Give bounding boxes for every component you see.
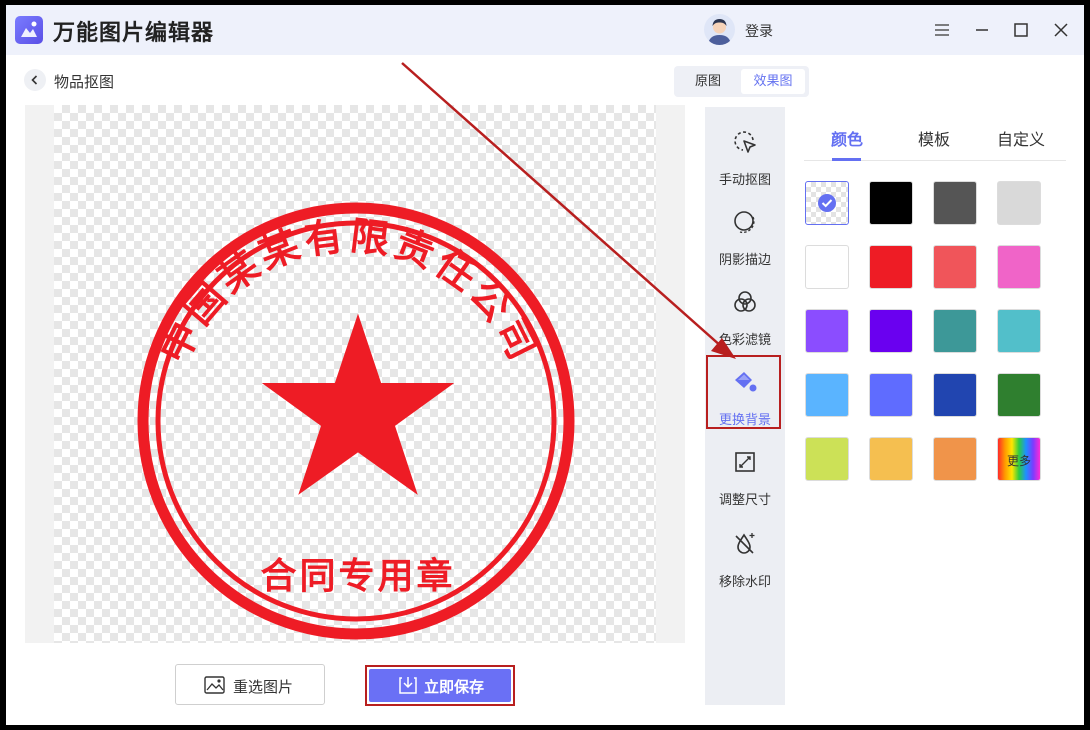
tool-shadow-outline[interactable]: 阴影描边: [705, 197, 785, 269]
color-swatch[interactable]: [869, 245, 913, 289]
back-button[interactable]: [24, 69, 46, 91]
tool-label: 移除水印: [718, 575, 771, 590]
app-title: 万能图片编辑器: [53, 21, 215, 46]
color-swatch[interactable]: [805, 245, 849, 289]
app-logo-icon: [15, 16, 43, 44]
tab-custom[interactable]: 自定义: [997, 126, 1045, 150]
color-swatch[interactable]: [933, 245, 977, 289]
minimize-icon[interactable]: [971, 19, 993, 41]
color-swatch[interactable]: [933, 437, 977, 481]
page-title: 物品抠图: [54, 73, 115, 91]
more-colors-label: 更多: [1006, 454, 1031, 468]
color-swatch[interactable]: [869, 373, 913, 417]
stamp-star-icon: [261, 313, 455, 495]
tab-color[interactable]: 颜色: [831, 126, 863, 150]
menu-icon[interactable]: [931, 19, 953, 41]
tab-template[interactable]: 模板: [918, 126, 950, 150]
color-swatch[interactable]: [997, 373, 1041, 417]
tool-label: 阴影描边: [718, 253, 771, 268]
chevron-left-icon: [31, 75, 38, 85]
color-swatch[interactable]: [933, 309, 977, 353]
user-avatar-icon[interactable]: [704, 14, 735, 45]
stamp-image: 中国某某有限责任公司 合同专用章: [137, 202, 575, 640]
close-icon[interactable]: [1050, 19, 1072, 41]
maximize-icon[interactable]: [1010, 19, 1032, 41]
color-swatch[interactable]: [933, 373, 977, 417]
color-swatch[interactable]: [805, 437, 849, 481]
download-icon: [399, 677, 417, 694]
change-background-highlight: [706, 355, 781, 429]
login-link[interactable]: 登录: [745, 21, 773, 41]
color-swatch[interactable]: [869, 309, 913, 353]
stamp-bottom-text: 合同专用章: [260, 555, 455, 597]
image-icon: [204, 676, 225, 694]
active-tab-indicator: [832, 158, 861, 161]
tool-remove-watermark[interactable]: 移除水印: [705, 519, 785, 591]
tool-resize[interactable]: 调整尺寸: [705, 437, 785, 509]
color-swatch[interactable]: [869, 181, 913, 225]
color-swatch[interactable]: [933, 181, 977, 225]
color-swatch[interactable]: [997, 181, 1041, 225]
more-colors-swatch[interactable]: 更多: [997, 437, 1041, 481]
tool-label: 色彩滤镜: [718, 333, 771, 348]
tool-color-filter[interactable]: 色彩滤镜: [705, 277, 785, 349]
tool-label: 手动抠图: [718, 173, 771, 188]
color-swatch[interactable]: [805, 373, 849, 417]
color-swatch[interactable]: [997, 309, 1041, 353]
tab-original[interactable]: 原图: [678, 69, 738, 94]
remove-watermark-icon: [735, 533, 755, 554]
save-highlight-frame: 立即保存: [365, 665, 515, 706]
color-filter-icon: [734, 291, 756, 312]
save-button[interactable]: 立即保存: [369, 669, 511, 702]
app-window: 万能图片编辑器 登录 物品抠图 原图 效果图 中国某某有限责任公司 合同专用章 …: [6, 5, 1084, 725]
reselect-label: 重选图片: [233, 678, 294, 696]
color-swatch[interactable]: [997, 245, 1041, 289]
tool-label: 调整尺寸: [718, 493, 771, 508]
color-swatch[interactable]: [805, 309, 849, 353]
color-swatch[interactable]: [869, 437, 913, 481]
image-canvas[interactable]: 中国某某有限责任公司 合同专用章: [25, 105, 685, 643]
title-bar: 万能图片编辑器 登录: [6, 5, 1084, 55]
tab-result[interactable]: 效果图: [741, 69, 805, 94]
reselect-image-button[interactable]: 重选图片: [175, 664, 325, 705]
shadow-outline-icon: [734, 211, 755, 234]
cursor-select-icon: [734, 131, 756, 153]
color-swatch[interactable]: [805, 181, 849, 225]
tool-manual-cutout[interactable]: 手动抠图: [705, 117, 785, 189]
checkmark-icon: [818, 194, 836, 212]
resize-icon: [735, 452, 755, 472]
view-toggle: 原图 效果图: [674, 66, 809, 97]
save-label: 立即保存: [424, 678, 485, 696]
